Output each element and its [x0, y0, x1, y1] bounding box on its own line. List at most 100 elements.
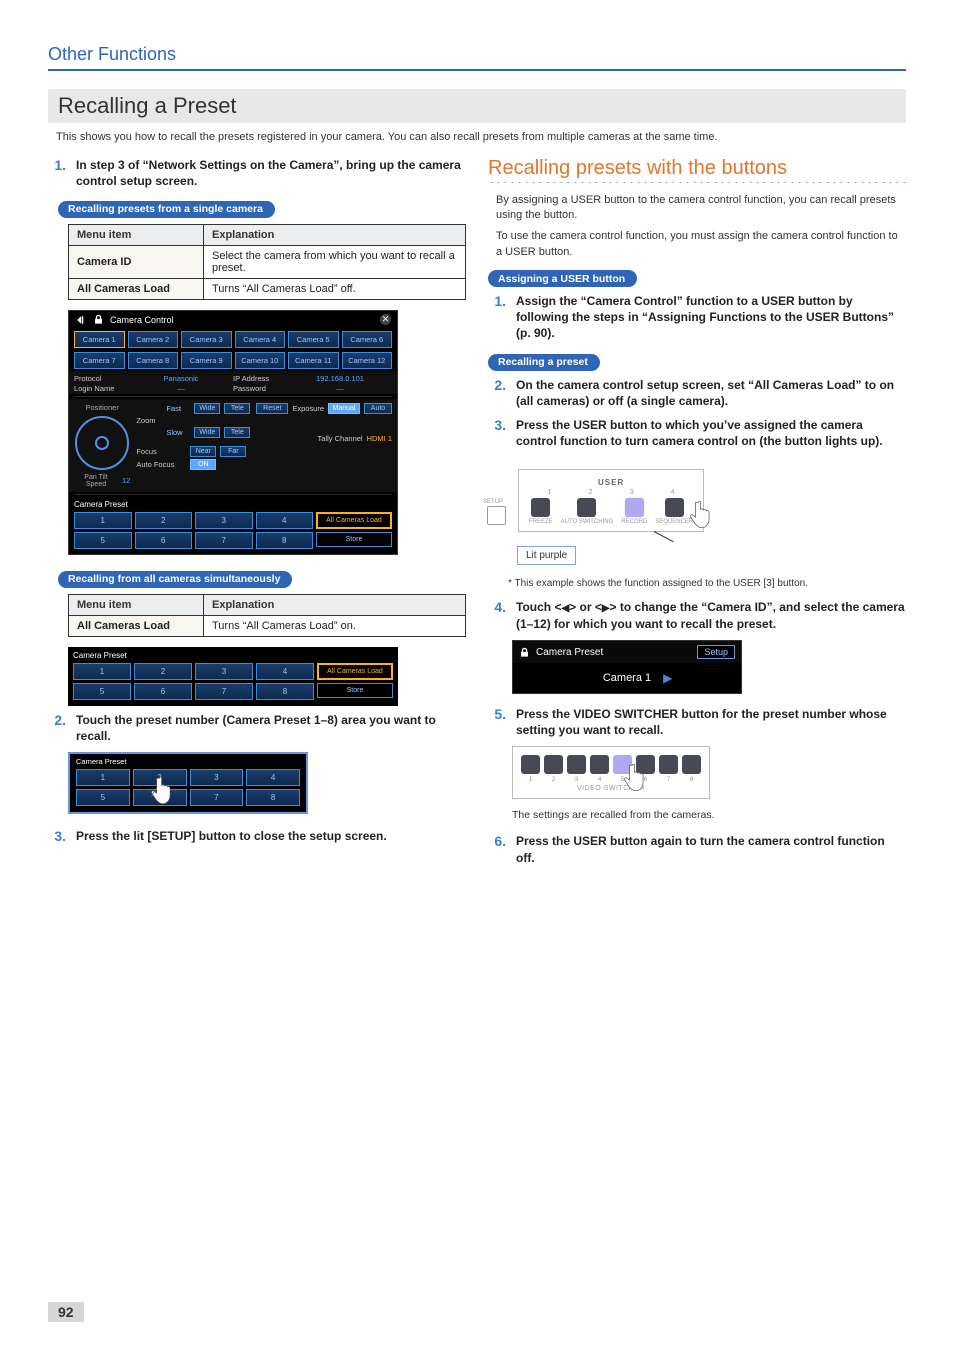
info-label: Password: [233, 384, 288, 393]
pill-recall-preset: Recalling a preset: [488, 354, 600, 371]
joystick-icon: [75, 416, 129, 470]
header-rule: [48, 69, 906, 71]
step-number: 1.: [48, 157, 66, 189]
table-header: Explanation: [204, 224, 466, 245]
preset-button: 8: [246, 789, 300, 806]
focus-far-button: Far: [220, 446, 246, 457]
right-column: Recalling presets with the buttons By as…: [488, 157, 906, 874]
reset-button: Reset: [256, 403, 288, 414]
table-all: Menu item Explanation All Cameras Load T…: [68, 594, 466, 637]
camera-control-panel: Camera Control ✕ Camera 1 Camera 2 Camer…: [68, 310, 398, 555]
info-label: IP Address: [233, 374, 288, 383]
callout-line: [654, 531, 674, 542]
preset-button: 3: [190, 769, 244, 786]
preset-button: 5: [73, 683, 131, 700]
r-step-3-text: Press the USER button to which you’ve as…: [516, 418, 883, 448]
panel-title: Camera Control: [110, 315, 174, 325]
preset-button: 5: [76, 789, 130, 806]
pill-all-cameras: Recalling from all cameras simultaneousl…: [58, 571, 292, 588]
intro-text: This shows you how to recall the presets…: [56, 131, 906, 143]
user-label: USER: [529, 478, 693, 487]
switcher-num: 8: [682, 776, 701, 783]
zoom-label: Zoom: [136, 416, 162, 425]
paragraph: By assigning a USER button to the camera…: [496, 193, 906, 224]
preset-button: 2: [135, 512, 193, 529]
zoom-wide-button: Wide: [194, 427, 220, 438]
user-button-icon: [665, 498, 684, 517]
camera-tab: Camera 12: [342, 352, 393, 369]
autofocus-label: Auto Focus: [136, 460, 186, 469]
step-number: 4.: [488, 599, 506, 632]
pill-assign-user: Assigning a USER button: [488, 270, 637, 287]
step-number: 1.: [488, 293, 506, 342]
user-num: 2: [589, 489, 593, 496]
video-switcher-diagram: 1 2 3 4 5 6 7 8 VIDEO SWITCHER: [512, 746, 762, 799]
table-cell: Camera ID: [69, 245, 204, 278]
zoom-tele-button: Tele: [224, 427, 250, 438]
table-header: Menu item: [69, 594, 204, 615]
lcd-title: Camera Preset: [536, 647, 603, 658]
switcher-num: 2: [544, 776, 563, 783]
user-button-icon: [531, 498, 550, 517]
preset-strip: Camera Preset 1 2 3 4 5 6 7 8 All Camera…: [68, 647, 398, 706]
step-number: 5.: [488, 706, 506, 738]
preset-button: 7: [190, 789, 244, 806]
footnote: * This example shows the function assign…: [508, 578, 906, 589]
hand-pointer-icon: [687, 498, 717, 532]
tally-value: HDMI 1: [367, 434, 392, 443]
store-button: Store: [316, 532, 392, 547]
user-num: 4: [671, 489, 675, 496]
camera-tab: Camera 10: [235, 352, 286, 369]
user-button-diagram: SETUP USER 1 2 3 4 FREEZE AUTO SWITCHING…: [512, 463, 710, 536]
exposure-label: Exposure: [292, 404, 324, 413]
pantilt-value: 12: [122, 476, 130, 485]
preset-button: 8: [256, 532, 314, 549]
triangle-right-icon: [602, 600, 610, 614]
preset-button: 8: [256, 683, 314, 700]
step-number: 3.: [48, 828, 66, 845]
table-cell: Select the camera from which you want to…: [204, 245, 466, 278]
switcher-num: 3: [567, 776, 586, 783]
r-step-1-text: Assign the “Camera Control” function to …: [516, 294, 894, 340]
camera-tab: Camera 1: [74, 331, 125, 348]
left-column: 1. In step 3 of “Network Settings on the…: [48, 157, 466, 874]
camera-tab: Camera 4: [235, 331, 286, 348]
r-step-6-text: Press the USER button again to turn the …: [516, 834, 885, 864]
hand-pointer-icon: [621, 761, 651, 795]
dotted-rule: [488, 182, 906, 183]
focus-label: Focus: [136, 447, 186, 456]
switcher-key-icon: [659, 755, 678, 774]
diagram-label: Camera Preset: [71, 755, 305, 766]
setup-button-icon: [487, 506, 506, 525]
triangle-right-icon: ▶: [663, 671, 672, 685]
setup-label: SETUP: [483, 499, 503, 505]
table-cell: Turns “All Cameras Load” on.: [204, 615, 466, 636]
preset-button: 7: [195, 532, 253, 549]
all-cameras-load-button: All Cameras Load: [316, 512, 392, 529]
switcher-key-icon: [590, 755, 609, 774]
preset-button: 4: [246, 769, 300, 786]
camera-tab: Camera 9: [181, 352, 232, 369]
user-sub-label: RECORD: [621, 519, 647, 525]
lcd-diagram: Camera Preset Setup ◀ Camera 1 ▶: [512, 640, 742, 694]
info-value: —: [288, 384, 392, 393]
preset-button: 7: [195, 683, 253, 700]
user-sub-label: AUTO SWITCHING: [561, 519, 614, 525]
close-icon: ✕: [380, 314, 391, 325]
tally-label: Tally Channel: [318, 434, 363, 443]
camera-tab: Camera 6: [342, 331, 393, 348]
camera-tab: Camera 3: [181, 331, 232, 348]
preset-button: 3: [195, 663, 253, 680]
user-num: 1: [548, 489, 552, 496]
preset-button: 5: [74, 532, 132, 549]
back-icon: [75, 314, 87, 326]
subheading: Recalling presets with the buttons: [488, 157, 906, 180]
info-label: Protocol: [74, 374, 129, 383]
preset-button: 3: [195, 512, 253, 529]
preset-button: 2: [134, 663, 192, 680]
preset-button: 1: [73, 663, 131, 680]
step-number: 6.: [488, 833, 506, 865]
step-number: 2.: [48, 712, 66, 744]
paragraph: To use the camera control function, you …: [496, 229, 906, 260]
zoom-tele-button: Tele: [224, 403, 250, 414]
